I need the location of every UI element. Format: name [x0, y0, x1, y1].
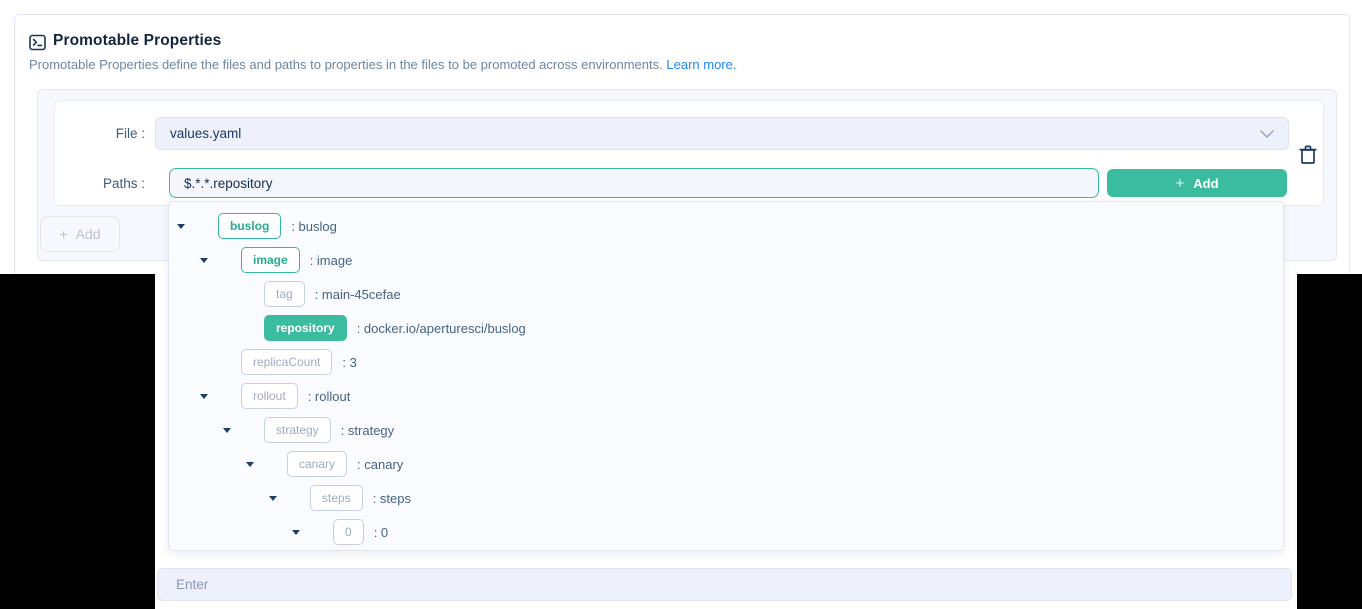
- tree-row[interactable]: canary : canary: [169, 447, 1283, 481]
- tree-node-chip[interactable]: buslog: [218, 213, 281, 239]
- caret-box[interactable]: [222, 428, 232, 433]
- tree-node-chip[interactable]: canary: [287, 451, 347, 477]
- tree-row[interactable]: repository : docker.io/aperturesci/buslo…: [169, 311, 1283, 345]
- tree-node-chip[interactable]: image: [241, 247, 300, 273]
- tree-node-chip[interactable]: rollout: [241, 383, 298, 409]
- caret-box[interactable]: [199, 258, 209, 263]
- tree-node-chip[interactable]: replicaCount: [241, 349, 332, 375]
- tree-node-value: : image: [310, 253, 353, 268]
- tree-node-chip[interactable]: 0: [333, 519, 364, 545]
- add-path-button-label: Add: [1193, 176, 1218, 191]
- tree-row[interactable]: image : image: [169, 243, 1283, 277]
- caret-down-icon: [246, 462, 254, 467]
- path-suggestion-dropdown: buslog : buslog image : image tag : main…: [168, 201, 1284, 551]
- tree-node-value: : 3: [342, 355, 356, 370]
- file-label: File :: [55, 117, 145, 150]
- tree-node-chip[interactable]: tag: [264, 281, 305, 307]
- caret-box[interactable]: [245, 462, 255, 467]
- tree-node-value: : steps: [373, 491, 411, 506]
- tree-node-chip[interactable]: strategy: [264, 417, 331, 443]
- description-text: Promotable Properties define the files a…: [29, 57, 663, 72]
- caret-box[interactable]: [199, 360, 209, 365]
- chevron-down-icon: [1260, 130, 1274, 138]
- terminal-icon: [29, 34, 46, 51]
- tree-node-chip[interactable]: repository: [264, 315, 347, 341]
- caret-down-icon: [200, 258, 208, 263]
- tree-node-value: : main-45cefae: [315, 287, 401, 302]
- tree-node-chip[interactable]: steps: [310, 485, 363, 511]
- tree-row[interactable]: buslog : buslog: [169, 209, 1283, 243]
- page-title: Promotable Properties: [53, 32, 221, 50]
- new-path-input[interactable]: [157, 568, 1292, 601]
- trash-icon: [1298, 144, 1318, 169]
- tree-node-value: : rollout: [308, 389, 351, 404]
- caret-down-icon: [223, 428, 231, 433]
- tree-row[interactable]: strategy : strategy: [169, 413, 1283, 447]
- plus-icon: +: [1175, 176, 1184, 191]
- paths-label: Paths :: [55, 169, 145, 198]
- add-file-row-button[interactable]: + Add: [40, 216, 120, 252]
- caret-box[interactable]: [291, 530, 301, 535]
- add-file-row-button-label: Add: [76, 226, 101, 242]
- tree-node-value: : 0: [374, 525, 388, 540]
- caret-down-icon: [200, 394, 208, 399]
- page-description: Promotable Properties define the files a…: [29, 57, 736, 72]
- caret-down-icon: [269, 496, 277, 501]
- learn-more-link[interactable]: Learn more.: [666, 57, 736, 72]
- caret-box[interactable]: [199, 394, 209, 399]
- tree-row[interactable]: rollout : rollout: [169, 379, 1283, 413]
- caret-down-icon: [292, 530, 300, 535]
- tree-row[interactable]: steps : steps: [169, 481, 1283, 515]
- file-select[interactable]: values.yaml: [155, 117, 1289, 150]
- caret-box[interactable]: [176, 224, 186, 229]
- caret-box[interactable]: [268, 496, 278, 501]
- tree-node-value: : strategy: [341, 423, 394, 438]
- add-path-button[interactable]: + Add: [1107, 169, 1287, 197]
- plus-icon: +: [59, 226, 67, 242]
- caret-box[interactable]: [222, 326, 232, 331]
- tree-node-value: : docker.io/aperturesci/buslog: [357, 321, 526, 336]
- tree-node-value: : canary: [357, 457, 403, 472]
- tree-node-value: : buslog: [291, 219, 337, 234]
- tree-row[interactable]: 0 : 0: [169, 515, 1283, 549]
- file-paths-panel: File : values.yaml Paths : + Add: [54, 100, 1324, 206]
- caret-down-icon: [177, 224, 185, 229]
- paths-input[interactable]: [169, 168, 1099, 198]
- tree-row[interactable]: tag : main-45cefae: [169, 277, 1283, 311]
- file-select-value: values.yaml: [170, 126, 241, 141]
- caret-box[interactable]: [222, 292, 232, 297]
- tree-row[interactable]: replicaCount : 3: [169, 345, 1283, 379]
- delete-file-button[interactable]: [1295, 143, 1321, 169]
